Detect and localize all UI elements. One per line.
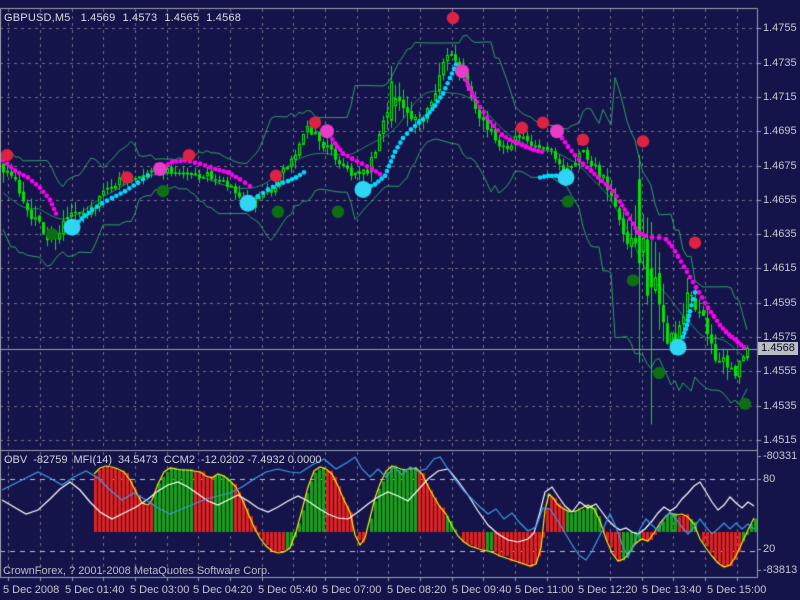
time-axis-label: 5 Dec 13:40	[642, 584, 701, 596]
time-axis-label: 5 Dec 15:00	[707, 584, 766, 596]
time-axis-label: 5 Dec 01:40	[65, 584, 124, 596]
close-value: 1.4568	[206, 12, 241, 24]
ccm2-values: -12.0202 -7.4932 0.0000	[201, 454, 322, 466]
price-axis-label: 1.4555	[763, 365, 797, 377]
time-axis-label: 5 Dec 05:40	[258, 584, 317, 596]
time-axis-label: 5 Dec 08:20	[387, 584, 446, 596]
time-axis-label: 5 Dec 09:40	[452, 584, 511, 596]
price-axis-label: 1.4635	[763, 228, 797, 240]
symbol-timeframe: GBPUSD,M5	[4, 12, 71, 24]
chart-canvas[interactable]	[0, 0, 800, 600]
open-value: 1.4569	[81, 12, 116, 24]
ccm2-label: CCM2	[164, 454, 195, 466]
price-axis-label: 1.4515	[763, 434, 797, 446]
obv-value: -82759	[33, 454, 67, 466]
price-axis-label: 1.4655	[763, 194, 797, 206]
chart-ohlc-title: GBPUSD,M5 1.4569 1.4573 1.4565 1.4568	[4, 12, 248, 24]
price-axis-label: 1.4675	[763, 160, 797, 172]
indicator-axis-label: -83813	[763, 564, 797, 576]
indicator-axis-label: 20	[763, 543, 775, 555]
price-axis-label: 1.4755	[763, 22, 797, 34]
indicator-axis-label: -80331	[763, 450, 797, 462]
low-value: 1.4565	[164, 12, 199, 24]
price-axis-label: 1.4615	[763, 262, 797, 274]
mfi-value: 34.5473	[118, 454, 158, 466]
current-price-tag: 1.4568	[758, 342, 798, 355]
high-value: 1.4573	[122, 12, 157, 24]
mfi-label: MFI(14)	[74, 454, 113, 466]
indicator-header: OBV -82759 MFI(14) 34.5473 CCM2 -12.0202 -7.4…	[4, 454, 327, 466]
obv-label: OBV	[4, 454, 27, 466]
price-axis-label: 1.4715	[763, 91, 797, 103]
time-axis-label: 5 Dec 03:00	[130, 584, 189, 596]
time-axis-label: 5 Dec 2008	[3, 584, 59, 596]
copyright-text: CrownForex, ? 2001-2008 MetaQuotes Softw…	[3, 565, 270, 577]
mt4-chart-window: GBPUSD,M5 1.4569 1.4573 1.4565 1.4568 1.4755…	[0, 0, 800, 600]
time-axis-label: 5 Dec 11:00	[515, 584, 574, 596]
price-axis-label: 1.4535	[763, 400, 797, 412]
indicator-axis-label: 80	[763, 473, 775, 485]
time-axis-label: 5 Dec 07:00	[322, 584, 381, 596]
price-axis-label: 1.4595	[763, 297, 797, 309]
price-axis-label: 1.4695	[763, 125, 797, 137]
time-axis-label: 5 Dec 04:20	[193, 584, 252, 596]
price-axis-label: 1.4735	[763, 57, 797, 69]
time-axis-label: 5 Dec 12:20	[578, 584, 637, 596]
